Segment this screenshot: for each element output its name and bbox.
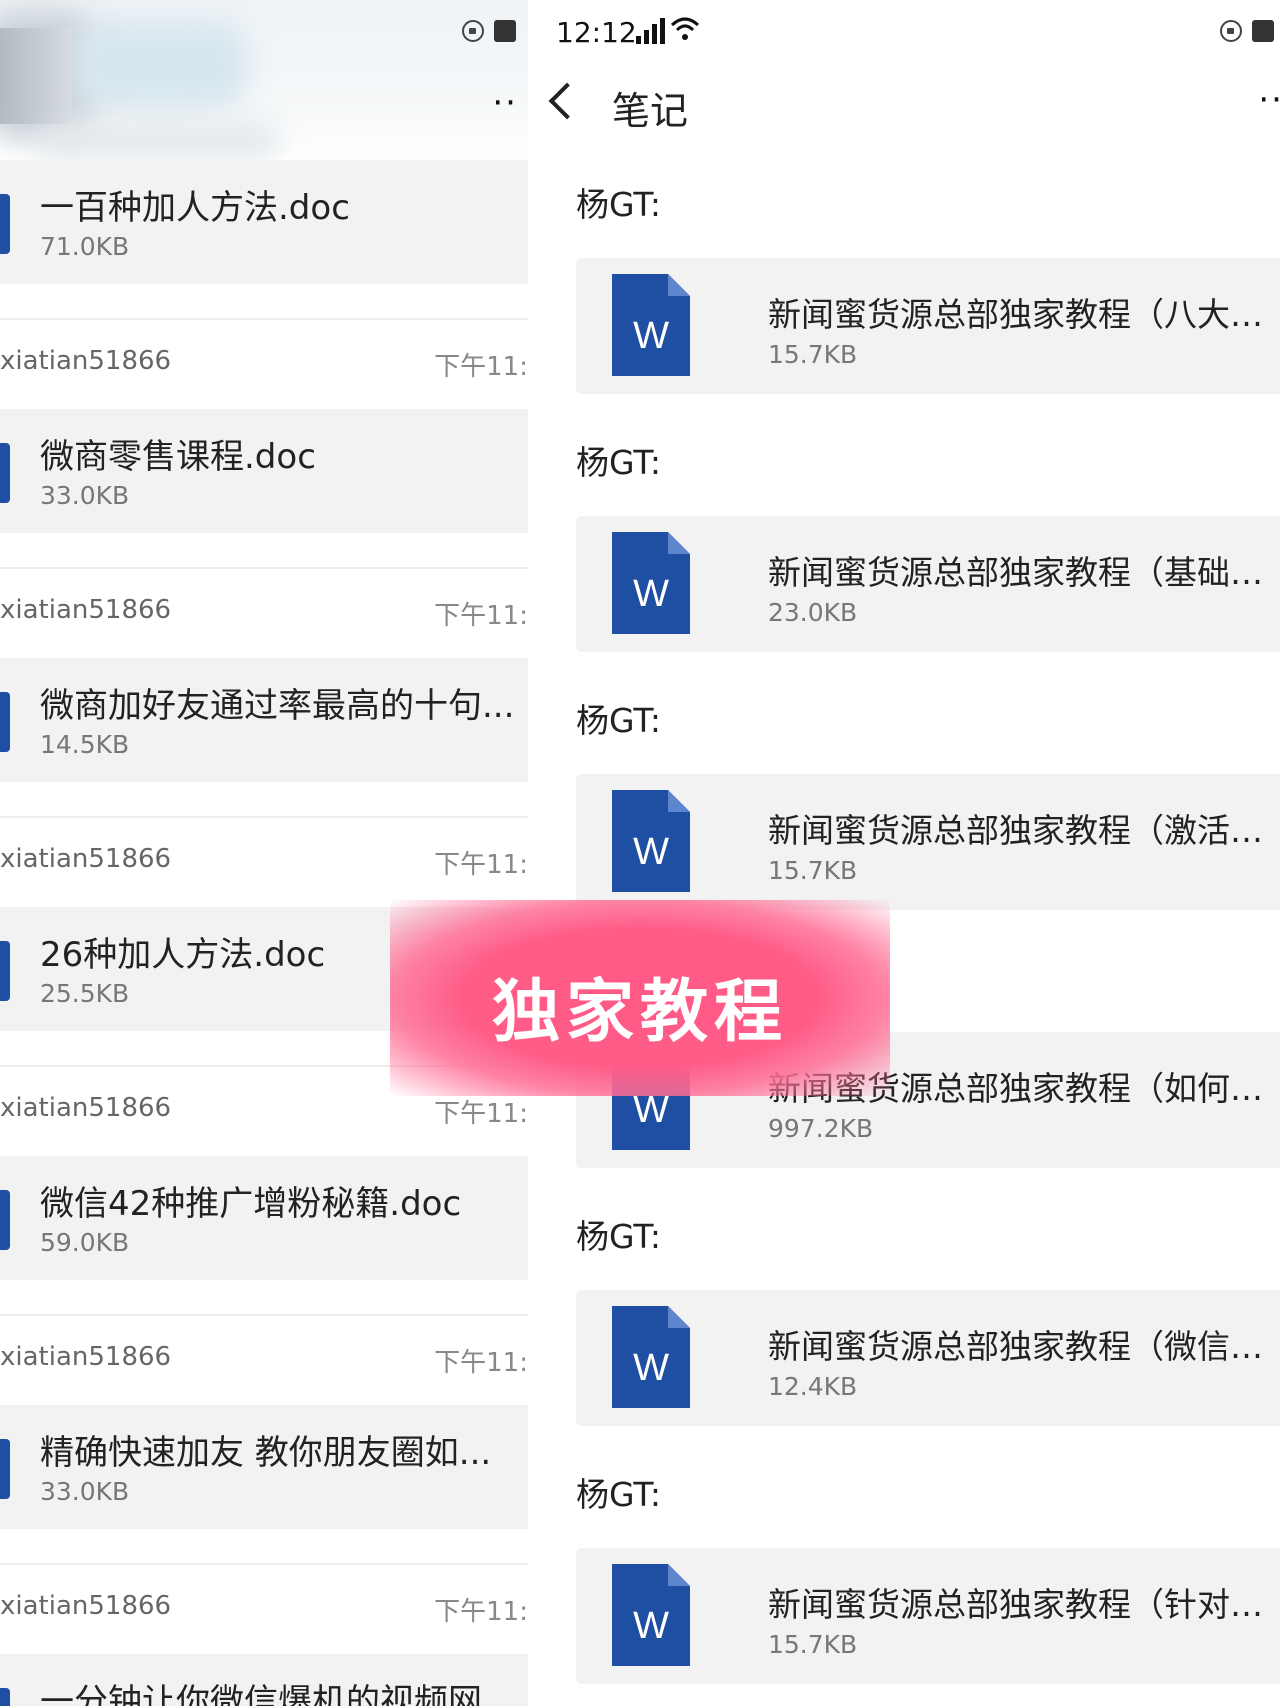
file-name: 一分钟让你微信爆机的视频网...	[40, 1682, 515, 1706]
file-card[interactable]: 一分钟让你微信爆机的视频网...	[0, 1654, 528, 1706]
word-doc-icon: W	[612, 1564, 690, 1666]
sender-name: 杨GT:	[576, 1475, 662, 1514]
sender-row: xiatian51866 下午11:	[0, 533, 528, 658]
file-name: 26种加人方法.doc	[40, 935, 326, 975]
file-name: 微商零售课程.doc	[40, 437, 316, 477]
file-name: 精确快速加友 教你朋友圈如...	[40, 1433, 492, 1473]
sender-name: xiatian51866	[0, 1093, 172, 1123]
doc-size: 15.7KB	[768, 856, 858, 885]
message-time: 下午11:	[434, 601, 528, 631]
rotation-lock-icon	[462, 20, 484, 42]
file-card[interactable]: 精确快速加友 教你朋友圈如... 33.0KB	[0, 1405, 528, 1529]
battery-icon	[494, 20, 516, 42]
status-time: 12:12	[556, 16, 637, 49]
file-card[interactable]: 微信42种推广增粉秘籍.doc 59.0KB	[0, 1156, 528, 1280]
doc-title: 新闻蜜货源总部独家教程（激活朋...	[768, 811, 1280, 850]
message-time: 下午11:	[434, 1348, 528, 1378]
svg-text:W: W	[633, 1347, 669, 1389]
sender-name: xiatian51866	[0, 1591, 172, 1621]
message-time: 下午11:	[434, 1597, 528, 1627]
message-time: 下午11:	[434, 352, 528, 382]
sender-row: xiatian51866 下午11:	[0, 1529, 528, 1654]
doc-attachment[interactable]: W 新闻蜜货源总部独家教程（微信防... 12.4KB	[576, 1290, 1280, 1426]
doc-attachment[interactable]: W 新闻蜜货源总部独家教程（八大重... 15.7KB	[576, 258, 1280, 394]
sender-row: xiatian51866 下午11:	[0, 1280, 528, 1405]
file-size: 33.0KB	[40, 1477, 130, 1506]
signal-icon	[636, 18, 666, 44]
doc-size: 12.4KB	[768, 1372, 858, 1401]
doc-icon	[0, 194, 10, 254]
file-name: 微信42种推广增粉秘籍.doc	[40, 1184, 462, 1224]
file-size: 14.5KB	[40, 730, 130, 759]
more-options-icon[interactable]: ··	[492, 86, 518, 120]
sender-name: xiatian51866	[0, 1342, 172, 1372]
file-name: 微商加好友通过率最高的十句...	[40, 686, 515, 726]
svg-text:W: W	[633, 1605, 669, 1647]
back-arrow-icon[interactable]	[548, 82, 586, 120]
sender-name: xiatian51866	[0, 844, 172, 874]
promo-banner: 独家教程	[390, 900, 890, 1096]
svg-text:W: W	[633, 573, 669, 615]
sender-name: 杨GT:	[576, 185, 662, 224]
doc-title: 新闻蜜货源总部独家教程（八大重...	[768, 295, 1280, 334]
message: 杨GT: W 新闻蜜货源总部独家教程（八大重... 15.7KB	[528, 170, 1280, 428]
doc-title: 新闻蜜货源总部独家教程（微信防...	[768, 1327, 1280, 1366]
doc-size: 23.0KB	[768, 598, 858, 627]
sender-name: 杨GT:	[576, 1217, 662, 1256]
message: 杨GT: W 新闻蜜货源总部独家教程（针对意... 15.7KB	[528, 1460, 1280, 1706]
svg-text:W: W	[633, 315, 669, 357]
doc-size: 15.7KB	[768, 1630, 858, 1659]
message-time: 下午11:	[434, 850, 528, 880]
notes-chat-panel: 12:12 笔记 ·· 杨GT: W 新闻蜜货源总	[528, 0, 1280, 1706]
file-size: 71.0KB	[40, 232, 130, 261]
doc-attachment[interactable]: W 新闻蜜货源总部独家教程（针对意... 15.7KB	[576, 1548, 1280, 1684]
word-doc-icon: W	[612, 1306, 690, 1408]
left-chat-panel: ·· 一百种加人方法.doc 71.0KB xiatian51866 下午11:…	[0, 0, 528, 1706]
doc-attachment[interactable]: W 新闻蜜货源总部独家教程（基础篇... 23.0KB	[576, 516, 1280, 652]
blurred-header: ··	[0, 0, 528, 160]
file-card[interactable]: 微商零售课程.doc 33.0KB	[0, 409, 528, 533]
sender-row: xiatian51866 下午11:	[0, 782, 528, 907]
doc-size: 15.7KB	[768, 340, 858, 369]
word-doc-icon: W	[612, 532, 690, 634]
file-card[interactable]: 一百种加人方法.doc 71.0KB	[0, 160, 528, 284]
doc-icon	[0, 1190, 10, 1250]
message-time: 下午11:	[434, 1099, 528, 1129]
doc-size: 997.2KB	[768, 1114, 874, 1143]
more-options-icon[interactable]: ··	[1258, 80, 1280, 120]
status-icons	[1220, 20, 1274, 42]
sender-name: xiatian51866	[0, 595, 172, 625]
pixelated-avatar	[0, 28, 72, 124]
doc-attachment[interactable]: W 新闻蜜货源总部独家教程（激活朋... 15.7KB	[576, 774, 1280, 910]
word-doc-icon: W	[612, 274, 690, 376]
doc-icon	[0, 692, 10, 752]
doc-icon	[0, 1688, 10, 1706]
doc-title: 新闻蜜货源总部独家教程（针对意...	[768, 1585, 1280, 1624]
sender-name: 杨GT:	[576, 443, 662, 482]
sender-name: xiatian51866	[0, 346, 172, 376]
svg-text:W: W	[633, 831, 669, 873]
doc-icon	[0, 941, 10, 1001]
promo-text: 独家教程	[491, 973, 788, 1052]
nav-bar: 笔记 ··	[528, 64, 1280, 154]
word-doc-icon: W	[612, 790, 690, 892]
battery-icon	[1252, 20, 1274, 42]
doc-icon	[0, 443, 10, 503]
sender-name: 杨GT:	[576, 701, 662, 740]
rotation-lock-icon	[1220, 20, 1242, 42]
message: 杨GT: W 新闻蜜货源总部独家教程（基础篇... 23.0KB	[528, 428, 1280, 686]
doc-title: 新闻蜜货源总部独家教程（基础篇...	[768, 553, 1280, 592]
file-size: 33.0KB	[40, 481, 130, 510]
file-size: 59.0KB	[40, 1228, 130, 1257]
status-bar: 12:12	[528, 0, 1280, 64]
message: 杨GT: W 新闻蜜货源总部独家教程（微信防... 12.4KB	[528, 1202, 1280, 1460]
file-card[interactable]: 微商加好友通过率最高的十句... 14.5KB	[0, 658, 528, 782]
sender-row: xiatian51866 下午11:	[0, 284, 528, 409]
file-name: 一百种加人方法.doc	[40, 188, 350, 228]
page-title: 笔记	[612, 89, 689, 133]
doc-icon	[0, 1439, 10, 1499]
wifi-icon	[670, 17, 700, 40]
file-size: 25.5KB	[40, 979, 130, 1008]
status-icons	[462, 20, 516, 42]
